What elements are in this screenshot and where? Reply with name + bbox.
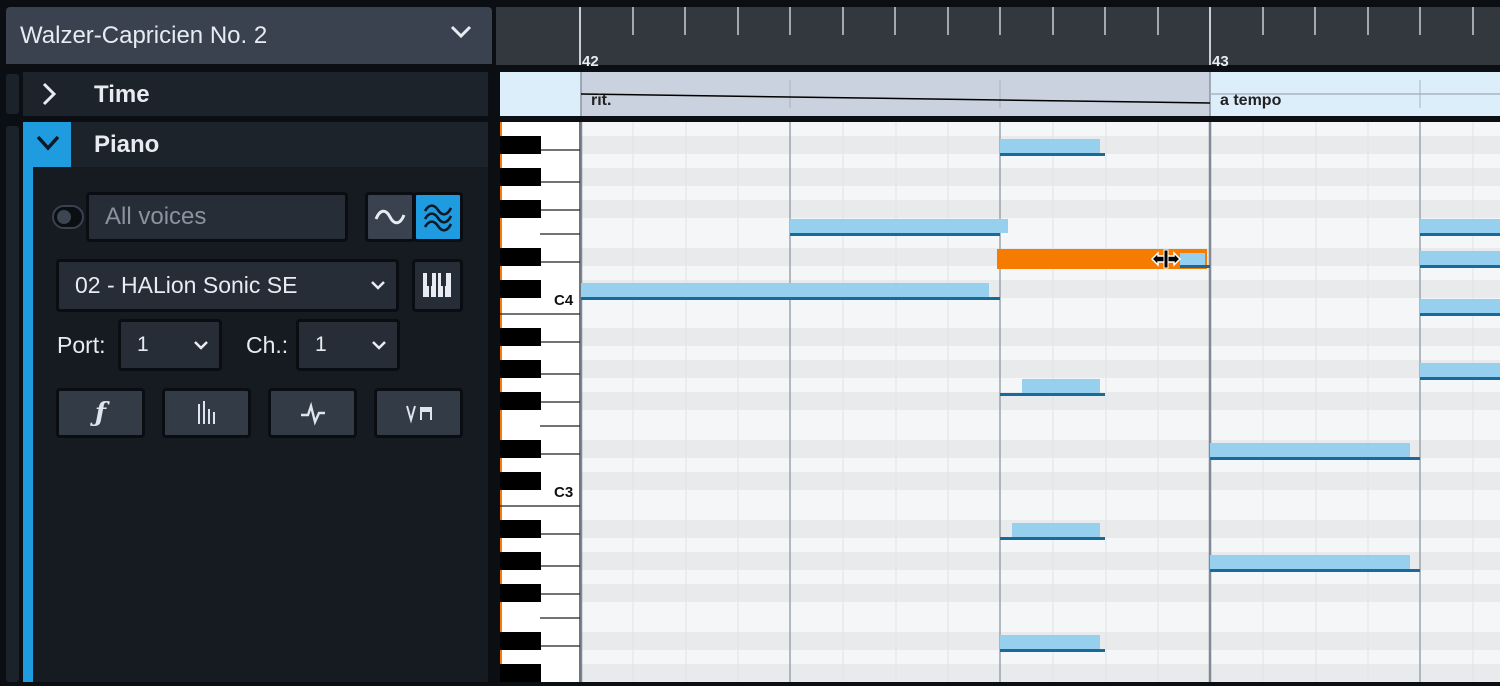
dynamics-editor-button[interactable]: ƒ — [56, 388, 145, 438]
piano-roll-grid[interactable] — [500, 122, 1500, 682]
voices-placeholder: All voices — [105, 203, 207, 230]
port-select[interactable]: 1 — [118, 319, 222, 371]
dynamics-icon: ƒ — [94, 398, 107, 428]
note — [1420, 363, 1500, 380]
port-label: Port: — [57, 332, 106, 358]
black-key-rows — [581, 136, 1500, 682]
bar-number-42: 42 — [582, 53, 599, 70]
track-gutter — [6, 126, 19, 682]
a-tempo-label[interactable]: a tempo — [1220, 92, 1281, 110]
piano-keyboard-button[interactable] — [412, 259, 463, 312]
articulation-icon — [405, 405, 432, 424]
chevron-down-icon — [371, 281, 385, 290]
note — [1000, 139, 1105, 156]
piano-keyboard[interactable]: C4 C3 — [500, 122, 581, 682]
wave-icon — [374, 209, 406, 225]
voice-filter-switch[interactable] — [52, 205, 84, 229]
note — [1000, 379, 1105, 396]
piano-track-label: Piano — [94, 131, 160, 158]
note — [1000, 635, 1105, 652]
switch-knob — [57, 210, 71, 224]
multi-curve-button[interactable] — [413, 192, 463, 242]
channel-value: 1 — [315, 333, 327, 356]
port-value: 1 — [137, 333, 149, 356]
controller-icon — [300, 401, 325, 426]
tempo-graphics — [580, 72, 1500, 116]
endpoint-select[interactable]: 02 - HALion Sonic SE — [56, 259, 399, 312]
piano-keys[interactable] — [500, 122, 581, 682]
note — [1210, 443, 1420, 460]
rit-label[interactable]: rit. — [591, 92, 611, 110]
ruler-ticks — [579, 7, 1474, 65]
chevron-down-icon — [372, 341, 386, 350]
time-track-label: Time — [94, 81, 150, 108]
key-label-c3: C3 — [554, 484, 574, 501]
chevron-down-icon — [194, 341, 208, 350]
track-gutter — [6, 74, 19, 114]
bar-number-43: 43 — [1212, 53, 1229, 70]
channel-select[interactable]: 1 — [296, 319, 400, 371]
controller-editor-button[interactable] — [268, 388, 357, 438]
note — [1000, 523, 1105, 540]
multi-wave-icon — [423, 204, 453, 232]
piano-track-header[interactable] — [23, 122, 488, 167]
velocity-editor-button[interactable] — [162, 388, 251, 438]
track-accent — [23, 122, 33, 682]
time-track-header[interactable]: Time — [23, 72, 488, 116]
note — [1420, 299, 1500, 316]
tempo-lane[interactable]: rit. a tempo — [500, 72, 1500, 116]
chevron-right-icon[interactable] — [41, 82, 57, 106]
channel-label: Ch.: — [246, 332, 289, 358]
piano-expand-toggle[interactable] — [23, 122, 71, 167]
chevron-down-icon — [450, 25, 472, 39]
articulation-editor-button[interactable] — [374, 388, 463, 438]
keyboard-icon — [423, 273, 451, 297]
timeline-ruler[interactable]: 42 43 — [496, 7, 1500, 70]
piano-roll-canvas[interactable] — [500, 122, 1500, 682]
voices-filter-field[interactable]: All voices — [86, 192, 348, 242]
note — [1420, 219, 1500, 236]
endpoint-value: 02 - HALion Sonic SE — [75, 272, 298, 298]
note — [581, 283, 1000, 300]
velocity-icon — [197, 401, 215, 424]
note — [1420, 251, 1500, 268]
single-curve-button[interactable] — [365, 192, 415, 242]
flow-title: Walzer-Capricien No. 2 — [20, 21, 268, 49]
key-label-c4: C4 — [554, 292, 574, 309]
flow-selector[interactable]: Walzer-Capricien No. 2 — [6, 7, 492, 64]
note — [1210, 555, 1420, 572]
note — [790, 219, 1008, 236]
chevron-down-icon — [36, 135, 60, 151]
